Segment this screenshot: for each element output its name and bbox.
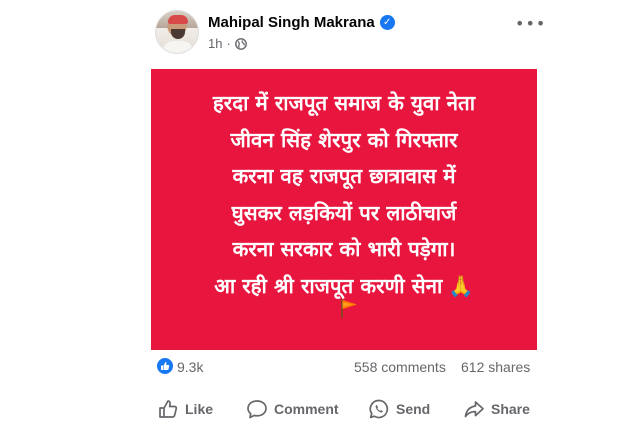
- post-image-card[interactable]: हरदा में राजपूत समाज के युवा नेता जीवन स…: [151, 69, 537, 350]
- post-time[interactable]: 1h: [208, 36, 222, 51]
- thumbs-up-icon: [159, 400, 178, 418]
- image-text-line: जीवन सिंह शेरपुर को गिरफ्तार: [230, 127, 458, 152]
- whatsapp-icon: [369, 399, 389, 419]
- globe-icon[interactable]: [234, 37, 247, 50]
- reaction-count[interactable]: 9.3k: [177, 359, 203, 375]
- image-text-line: करना सरकार को भारी पड़ेगा।: [232, 237, 456, 261]
- post-image-text: हरदा में राजपूत समाज के युवा नेता जीवन स…: [151, 85, 537, 304]
- avatar-shirt: [162, 41, 194, 53]
- folded-hands-emoji: 🙏: [448, 273, 474, 298]
- post-meta: 1h ·: [208, 36, 247, 51]
- author-avatar[interactable]: [155, 10, 199, 54]
- meta-separator: ·: [226, 36, 231, 51]
- comment-bubble-icon: [247, 400, 267, 419]
- avatar-turban: [168, 15, 188, 24]
- author-name[interactable]: Mahipal Singh Makrana: [208, 14, 375, 31]
- image-text-line: हरदा में राजपूत समाज के युवा नेता: [212, 91, 476, 115]
- like-button[interactable]: Like: [157, 394, 213, 424]
- comment-label: Comment: [274, 401, 339, 417]
- post-actions-bar: Like Comment Send Share: [150, 394, 540, 424]
- more-options-button[interactable]: •••: [515, 14, 546, 33]
- share-arrow-icon: [464, 401, 484, 418]
- avatar-beard: [171, 29, 185, 39]
- image-text-line: करना वह राजपूत छात्रावास में: [232, 164, 456, 188]
- like-reaction-icon[interactable]: [157, 358, 173, 374]
- comments-count[interactable]: 558 comments: [354, 359, 446, 375]
- saffron-flag-icon: [341, 299, 357, 318]
- post-header: Mahipal Singh Makrana ✓ 1h · •••: [155, 8, 545, 58]
- comment-button[interactable]: Comment: [246, 394, 339, 424]
- author-name-row: Mahipal Singh Makrana ✓: [208, 14, 395, 31]
- engagement-counts: 9.3k 558 comments 612 shares: [157, 356, 537, 378]
- verified-badge-icon: ✓: [379, 15, 395, 30]
- share-label: Share: [491, 401, 530, 417]
- like-label: Like: [185, 401, 214, 417]
- send-button[interactable]: Send: [368, 394, 430, 424]
- send-label: Send: [396, 401, 431, 417]
- share-button[interactable]: Share: [463, 394, 530, 424]
- shares-count[interactable]: 612 shares: [461, 359, 530, 375]
- image-text-line: घुसकर लड़कियों पर लाठीचार्ज: [231, 200, 457, 225]
- image-text-line: आ रही श्री राजपूत करणी सेना: [214, 273, 443, 298]
